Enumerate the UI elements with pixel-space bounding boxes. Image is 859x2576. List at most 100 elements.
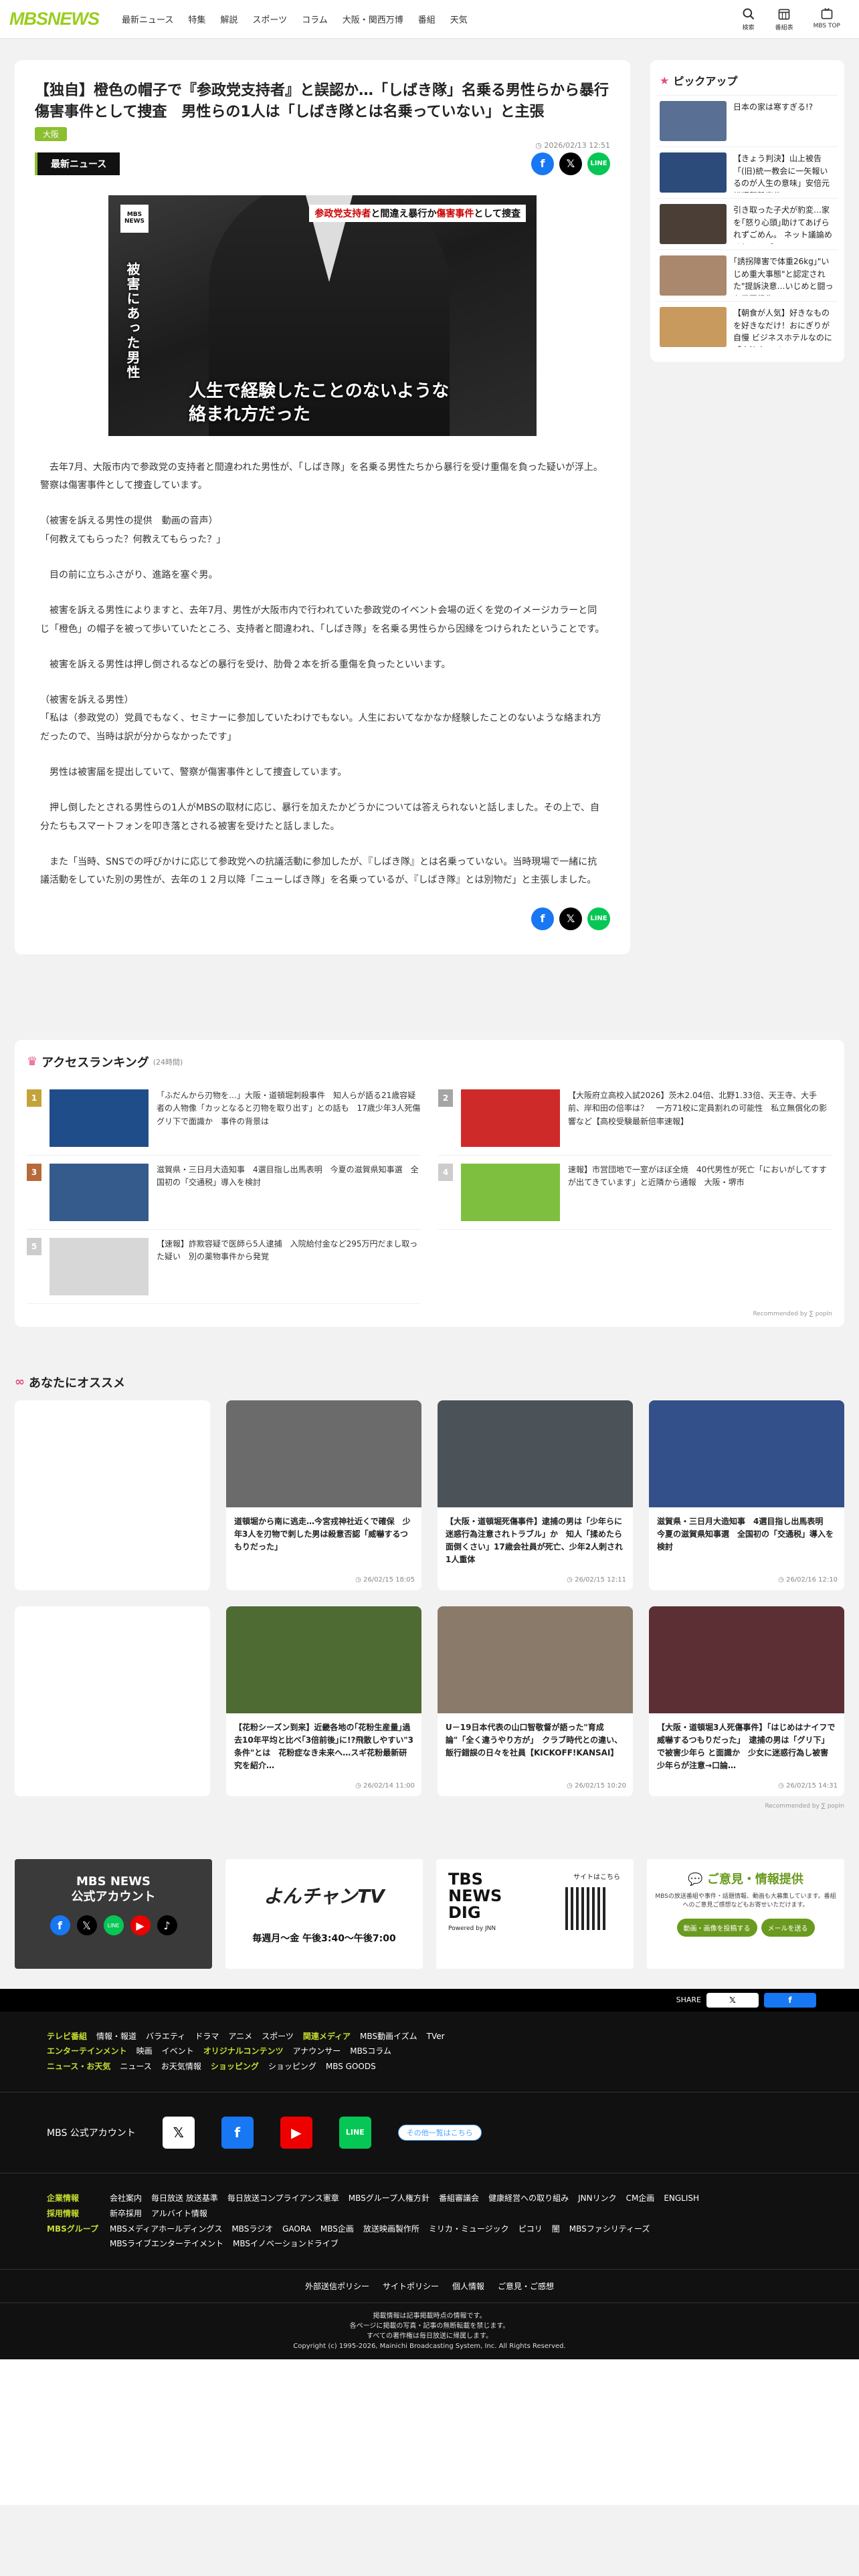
- footer-policy-link[interactable]: 個人情報: [452, 2282, 484, 2291]
- footer-link[interactable]: アナウンサー: [292, 2046, 341, 2056]
- ranking-item[interactable]: 3 滋賀県・三日月大造知事 4選目指し出馬表明 今夏の滋賀県知事選 全国初の「交通…: [27, 1156, 421, 1230]
- clock-icon: ◷: [567, 1782, 575, 1790]
- footer-link[interactable]: アニメ: [228, 2032, 252, 2041]
- footer-link[interactable]: MBS GOODS: [326, 2062, 376, 2071]
- footer-link[interactable]: ピコリ: [518, 2224, 543, 2234]
- footer-policy-link[interactable]: サイトポリシー: [383, 2282, 439, 2291]
- recommend-date-text: 26/02/15 14:31: [786, 1782, 838, 1790]
- hero-vertical-caption: 被害にあった男性: [124, 261, 140, 380]
- footer-link[interactable]: ミリカ・ミュージック: [429, 2224, 509, 2234]
- footer-link[interactable]: 会社案内: [110, 2193, 142, 2203]
- article-paragraph: 目の前に立ちふさがり、進路を塞ぐ男。: [40, 569, 218, 580]
- pickup-item[interactable]: 日本の家は寒すぎる!?: [657, 95, 838, 146]
- x-share-button[interactable]: 𝕏: [559, 152, 582, 175]
- footer-category-label-2: 関連メディア: [302, 2031, 351, 2041]
- nav-item-7[interactable]: 天気: [450, 13, 468, 25]
- footer-facebook-share-button[interactable]: f: [764, 1992, 816, 2008]
- footer-facebook-account[interactable]: f: [221, 2116, 254, 2149]
- program-guide-button[interactable]: 番組表: [775, 7, 793, 31]
- footer-link[interactable]: ドラマ: [195, 2032, 219, 2041]
- footer-line-account[interactable]: LINE: [339, 2116, 371, 2149]
- search-button[interactable]: 検索: [742, 7, 755, 31]
- facebook-share-button-bottom[interactable]: f: [531, 907, 554, 930]
- pickup-item[interactable]: 【朝食が人気】好きなものを好きなだけ！おにぎりが自慢 ビジネスホテルなのに「宿泊…: [657, 301, 838, 352]
- recommend-card[interactable]: 【大阪・道頓堀死傷事件】逮捕の男は「少年らに迷惑行為注意されトラブル」か 知人「…: [438, 1400, 633, 1590]
- nav-item-6[interactable]: 番組: [418, 13, 436, 25]
- nav-item-3[interactable]: スポーツ: [252, 13, 287, 25]
- footer-link[interactable]: MBSファシリティーズ: [569, 2224, 650, 2234]
- footer-link[interactable]: TVer: [427, 2032, 445, 2041]
- footer-link[interactable]: MBSコラム: [350, 2046, 391, 2056]
- send-mail-button[interactable]: メールを送る: [761, 1918, 815, 1937]
- upload-video-button[interactable]: 動画・画像を投稿する: [676, 1918, 757, 1937]
- ranking-item[interactable]: 1 「ふだんから刃物を…」大阪・道頓堀刺殺事件 知人らが語る21歳容疑者の人物像「…: [27, 1081, 428, 1156]
- mbs-news-logo[interactable]: MBSNEWS: [9, 9, 100, 29]
- ranking-item[interactable]: 2 【大阪府立高校入試2026】茨木2.04倍、北野1.33倍、天王寺、大手前、岸…: [438, 1081, 832, 1156]
- footer-link[interactable]: JNNリンク: [578, 2193, 617, 2203]
- official-account-label: MBS 公式アカウント: [47, 2127, 136, 2139]
- recommend-card[interactable]: 【大阪・道頓堀3人死傷事件】「はじめはナイフで威嚇するつもりだった」 逮捕の男は…: [649, 1606, 844, 1796]
- footer-link[interactable]: ショッピング: [268, 2062, 316, 2071]
- line-share-button[interactable]: LINE: [587, 152, 610, 175]
- footer-link[interactable]: 健康経営への取り組み: [488, 2193, 569, 2203]
- footer-link[interactable]: 番組審議会: [439, 2193, 479, 2203]
- footer-x-account[interactable]: 𝕏: [162, 2116, 195, 2149]
- yonchan-banner[interactable]: よんチャンTV 毎週月～金 午後3:40～午後7:00: [225, 1858, 423, 1969]
- footer-link[interactable]: ENGLISH: [664, 2193, 699, 2203]
- recommend-card[interactable]: 【花粉シーズン到来】近畿各地の｢花粉生産量｣過去10年平均と比べ｢3倍前後｣に!…: [226, 1606, 421, 1796]
- footer-link[interactable]: お天気情報: [161, 2062, 201, 2071]
- pickup-item[interactable]: 【きょう判決】山上被告「(旧)統一教会に一矢報いるのが人生の意味」安倍元総理襲撃…: [657, 146, 838, 198]
- footer-link[interactable]: MBS企画: [320, 2224, 354, 2234]
- footer-link[interactable]: MBS動画イズム: [360, 2032, 417, 2041]
- official-account-banner[interactable]: MBS NEWS 公式アカウント f 𝕏 LINE ▶ ♪: [15, 1858, 212, 1969]
- info-title-text: ご意見・情報提供: [706, 1872, 803, 1887]
- footer-link[interactable]: 放送映画製作所: [363, 2224, 419, 2234]
- nav-item-0[interactable]: 最新ニュース: [122, 13, 173, 25]
- footer-link[interactable]: 映画: [136, 2046, 153, 2056]
- recommend-card[interactable]: 道頓堀から南に逃走…今宮戎神社近くで確保 少年3人を刃物で刺した男は殺意否認「威…: [226, 1400, 421, 1590]
- ranking-item[interactable]: 4 速報】市営団地で一室がほぼ全焼 40代男性が死亡「においがしてすすが出てきてい…: [438, 1156, 832, 1230]
- pickup-item[interactable]: 引き取った子犬が豹変…家を｢怒り心頭｣助けてあげられずごめん。 ネット議論めぐり…: [657, 198, 838, 249]
- article-date: ◷ 2026/02/13 12:51: [35, 141, 610, 150]
- info-submit-banner[interactable]: 💬 ご意見・情報提供 MBSの放送番組や事件・話題情報、動画も大募集しています。…: [647, 1858, 844, 1969]
- footer-link[interactable]: MBSライブエンターテイメント: [110, 2239, 223, 2248]
- recommend-card[interactable]: U－19日本代表の山口智敬督が語った"育成論"「全く違うやり方が」 クラブ時代と…: [438, 1606, 633, 1796]
- ranking-item[interactable]: 5 【速報】詐欺容疑で医師ら5人逮捕 入院給付金など295万円だまし取った疑い 別…: [27, 1230, 421, 1304]
- recommend-card[interactable]: 滋賀県・三日月大造知事 4選目指し出馬表明 今夏の滋賀県知事選 全国初の「交通税…: [649, 1400, 844, 1590]
- region-tag[interactable]: 大阪: [35, 126, 68, 141]
- footer-policy-link[interactable]: 外部送信ポリシー: [305, 2282, 369, 2291]
- footer-link[interactable]: 新卒採用: [110, 2209, 142, 2218]
- facebook-share-button[interactable]: f: [531, 152, 554, 175]
- footer-more-accounts-link[interactable]: その他一覧はこちら: [397, 2124, 482, 2141]
- footer-link[interactable]: 闇: [552, 2224, 560, 2234]
- footer-x-share-button[interactable]: 𝕏: [706, 1992, 759, 2008]
- nav-item-5[interactable]: 大阪・関西万博: [343, 13, 403, 25]
- footer-policy-link[interactable]: ご意見・ご感想: [498, 2282, 554, 2291]
- footer-link[interactable]: バラエティ: [146, 2032, 185, 2041]
- footer-link[interactable]: MBSメディアホールディングス: [110, 2224, 222, 2234]
- footer-category-label-2: オリジナルコンテンツ: [203, 2046, 284, 2056]
- nav-item-1[interactable]: 特集: [188, 13, 205, 25]
- footer-link[interactable]: MBSグループ人権方針: [349, 2193, 430, 2203]
- footer-link[interactable]: 毎日放送 放送基準: [151, 2193, 218, 2203]
- footer-youtube-account[interactable]: ▶: [280, 2116, 312, 2149]
- tbs-news-dig-banner[interactable]: TBS NEWS DIG Powered by JNN サイトはこちら: [436, 1858, 634, 1969]
- x-share-button-bottom[interactable]: 𝕏: [559, 907, 582, 930]
- footer-link[interactable]: ニュース: [120, 2062, 151, 2071]
- hero-caption-red2: 傷害事件: [436, 208, 474, 219]
- footer-category-label-2: ショッピング: [210, 2062, 259, 2072]
- nav-item-4[interactable]: コラム: [302, 13, 328, 25]
- nav-item-2[interactable]: 解説: [220, 13, 237, 25]
- footer-link[interactable]: GAORA: [282, 2224, 311, 2234]
- pickup-item[interactable]: ｢誘拐障害で体重26kg｣"いじめ重大事態"と認定された"提訴決意…いじめと闘っ…: [657, 249, 838, 301]
- footer-link[interactable]: イベント: [162, 2046, 194, 2056]
- footer-link[interactable]: 情報・報道: [96, 2032, 136, 2041]
- mbs-top-button[interactable]: MBS TOP: [814, 7, 840, 31]
- footer-link[interactable]: MBSイノベーションドライブ: [233, 2239, 339, 2248]
- footer-link[interactable]: スポーツ: [262, 2032, 294, 2041]
- footer-link[interactable]: 毎日放送コンプライアンス憲章: [227, 2193, 339, 2203]
- footer-link[interactable]: アルバイト情報: [151, 2209, 207, 2218]
- line-share-button-bottom[interactable]: LINE: [587, 907, 610, 930]
- footer-link[interactable]: CM企画: [626, 2193, 655, 2203]
- footer-link[interactable]: MBSラジオ: [231, 2224, 273, 2234]
